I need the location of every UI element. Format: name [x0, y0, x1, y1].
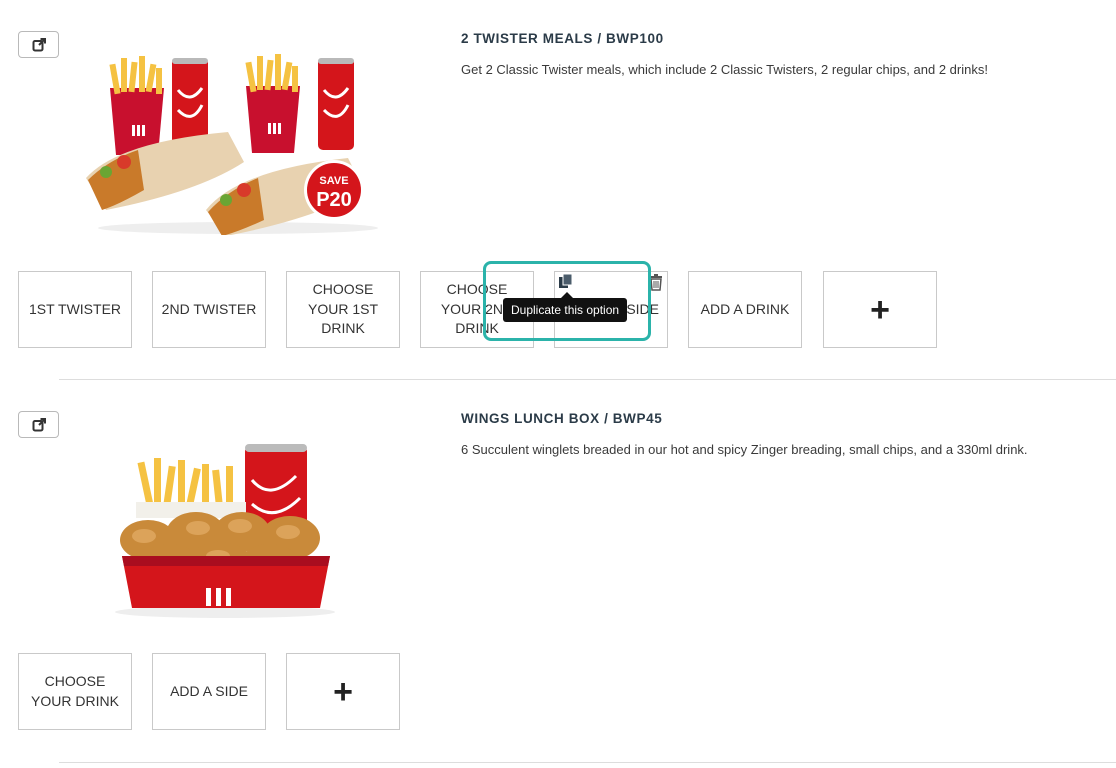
duplicate-icon[interactable]: [558, 273, 574, 289]
add-option-button[interactable]: +: [286, 653, 400, 730]
trash-icon[interactable]: [648, 273, 664, 291]
external-link-icon: [32, 417, 46, 431]
save-badge-line1: SAVE: [319, 175, 348, 187]
option-2nd-twister[interactable]: 2ND TWISTER: [152, 271, 266, 348]
menu-item-wings-lunch-box: WINGS LUNCH BOX / BWP45 6 Succulent wing…: [0, 380, 1116, 768]
open-item-button[interactable]: [18, 411, 59, 438]
duplicate-tooltip: Duplicate this option: [503, 292, 628, 322]
plus-icon: +: [333, 672, 353, 711]
option-add-a-side[interactable]: ADD A SIDE: [152, 653, 266, 730]
item-title: WINGS LUNCH BOX / BWP45: [461, 411, 663, 426]
twister-meal-image: SAVE P20: [86, 54, 378, 235]
add-option-button[interactable]: +: [823, 271, 937, 348]
open-item-button[interactable]: [18, 31, 59, 58]
item-description: Get 2 Classic Twister meals, which inclu…: [461, 62, 988, 77]
option-choose-your-drink[interactable]: CHOOSE YOUR DRINK: [18, 653, 132, 730]
menu-item-twister-meals: SAVE P20 2 TWISTER MEALS / BWP100 Get 2 …: [0, 0, 1116, 380]
option-add-a-drink[interactable]: ADD A DRINK: [688, 271, 802, 348]
item-title: 2 TWISTER MEALS / BWP100: [461, 31, 664, 46]
external-link-icon: [32, 37, 46, 51]
option-choose-1st-drink[interactable]: CHOOSE YOUR 1ST DRINK: [286, 271, 400, 348]
item-divider: [59, 762, 1116, 763]
item-description: 6 Succulent winglets breaded in our hot …: [461, 442, 1028, 457]
option-1st-twister[interactable]: 1ST TWISTER: [18, 271, 132, 348]
plus-icon: +: [870, 290, 890, 329]
wings-lunch-box-image: [115, 444, 335, 618]
save-badge-line2: P20: [316, 189, 352, 211]
option-tools: [558, 273, 668, 293]
